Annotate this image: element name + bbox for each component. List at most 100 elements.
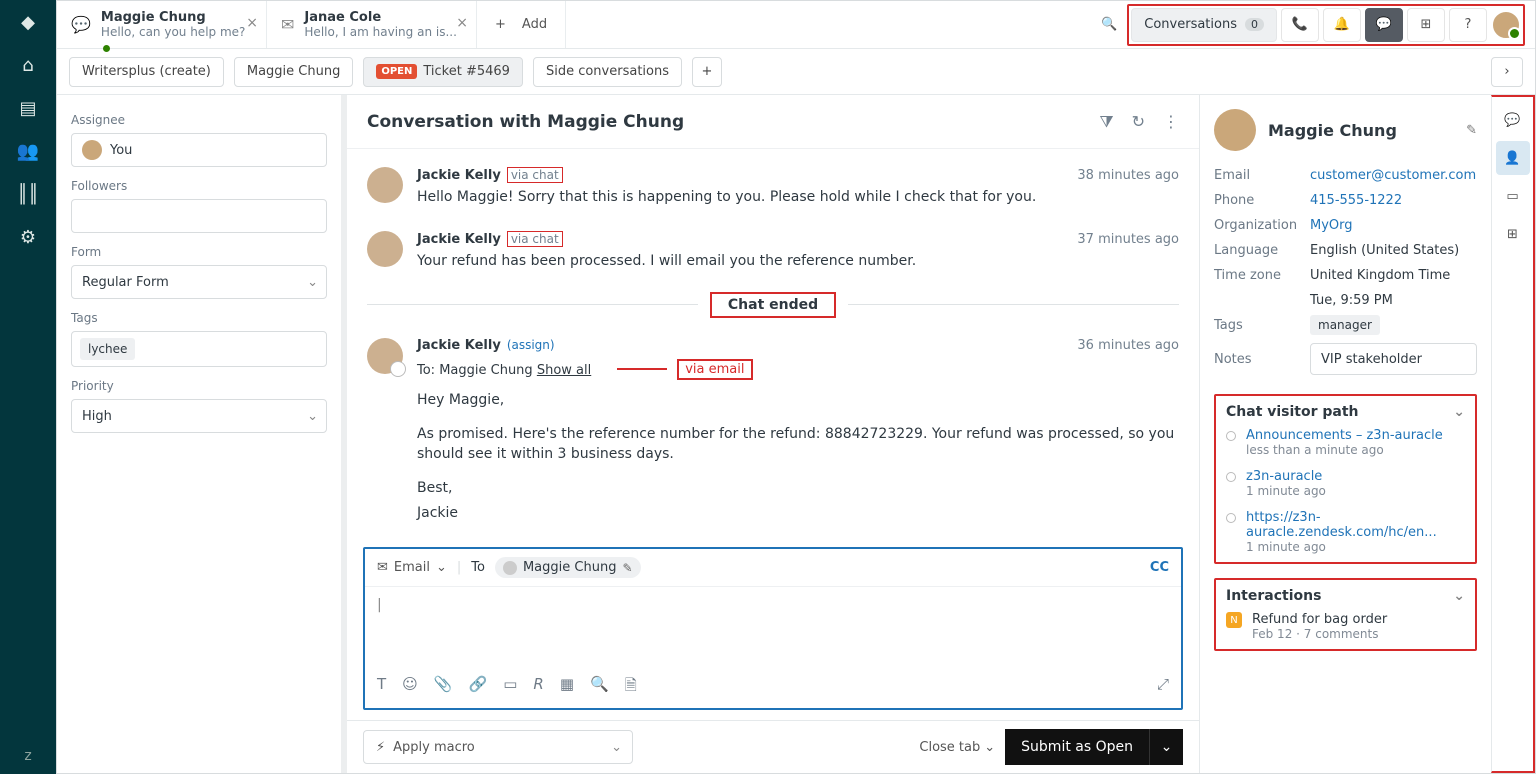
submit-button[interactable]: Submit as Open (1005, 729, 1149, 765)
notes-field[interactable]: VIP stakeholder (1310, 343, 1477, 375)
crumb-advance[interactable]: › (1491, 57, 1523, 87)
text-format-icon[interactable]: T (377, 675, 386, 700)
tab-janae[interactable]: ✉ Janae Cole Hello, I am having an is...… (267, 1, 477, 48)
path-link[interactable]: https://z3n-auracle.zendesk.com/hc/en... (1246, 510, 1465, 540)
conversation-title: Conversation with Maggie Chung (367, 112, 684, 132)
more-icon[interactable]: ⋮ (1163, 112, 1179, 132)
edit-customer-icon[interactable]: ✎ (1466, 123, 1477, 138)
close-icon[interactable]: × (246, 15, 258, 31)
channel-select[interactable]: ✉ Email ⌄ (377, 560, 447, 575)
events-icon[interactable]: ↻ (1132, 112, 1145, 132)
recipient-chip[interactable]: Maggie Chung✎ (495, 557, 641, 578)
close-icon[interactable]: × (456, 15, 468, 31)
ctx-conversation-icon[interactable]: 💬 (1496, 103, 1530, 137)
submit-dropdown[interactable]: ⌄ (1149, 729, 1183, 765)
email-value[interactable]: customer@customer.com (1310, 168, 1477, 183)
msg-author: Jackie Kelly (417, 232, 501, 247)
followers-field[interactable] (71, 199, 327, 233)
ctx-user-icon[interactable]: 👤 (1496, 141, 1530, 175)
attachment-icon[interactable]: 📎 (434, 675, 453, 700)
add-tab[interactable]: + Add (477, 1, 566, 48)
tz-value: United Kingdom Time (1310, 268, 1477, 283)
customer-name: Maggie Chung (1268, 121, 1397, 140)
admin-gear-icon[interactable]: ⚙ (20, 227, 36, 248)
collapse-icon[interactable]: ⌄ (1453, 404, 1465, 420)
msg-time: 37 minutes ago (1077, 232, 1179, 247)
table-icon[interactable]: ▦ (560, 675, 574, 700)
customers-icon[interactable]: 👥 (17, 141, 39, 162)
apply-macro[interactable]: ⚡ Apply macro (363, 730, 633, 764)
conversations-button[interactable]: Conversations 0 (1131, 8, 1277, 42)
org-value[interactable]: MyOrg (1310, 218, 1477, 233)
assignee-field[interactable]: You (71, 133, 327, 167)
msg-time: 36 minutes ago (1077, 338, 1179, 353)
open-badge: OPEN (376, 64, 417, 79)
show-all-link[interactable]: Show all (537, 363, 591, 378)
ticket-label: Ticket #5469 (423, 64, 510, 79)
priority-select[interactable]: High (71, 399, 327, 433)
path-item: https://z3n-auracle.zendesk.com/hc/en...… (1226, 510, 1465, 554)
views-icon[interactable]: ▤ (19, 98, 36, 119)
ctx-apps-icon[interactable]: ⊞ (1496, 217, 1530, 251)
assign-link[interactable]: (assign) (507, 338, 555, 352)
ctx-knowledge-icon[interactable]: ▭ (1496, 179, 1530, 213)
crumb-org[interactable]: Writersplus (create) (69, 57, 224, 87)
phone-value[interactable]: 415-555-1222 (1310, 193, 1477, 208)
zendesk-brand-icon: z (24, 748, 31, 764)
message-thread: Jackie Kelly via chat 38 minutes ago Hel… (347, 149, 1199, 539)
to-label: To (471, 560, 485, 575)
cc-button[interactable]: CC (1150, 560, 1169, 575)
macro-label: Apply macro (393, 740, 475, 755)
path-link[interactable]: z3n-auracle (1246, 469, 1326, 484)
z-logo-icon[interactable]: ◆ (21, 12, 35, 33)
context-rail: 💬 👤 ▭ ⊞ (1491, 95, 1535, 773)
filter-icon[interactable]: ⧩ (1099, 112, 1113, 132)
path-link[interactable]: Announcements – z3n-auracle (1246, 428, 1443, 443)
notifications-icon[interactable]: 🔔 (1323, 8, 1361, 42)
msg-author: Jackie Kelly (417, 338, 501, 353)
top-tabs: 💬 Maggie Chung Hello, can you help me? ×… (57, 1, 1535, 49)
quote-icon[interactable]: R (533, 675, 543, 700)
tag-chip[interactable]: lychee (80, 338, 135, 360)
messaging-icon[interactable]: 💬 (1365, 8, 1403, 42)
msg-text: Hello Maggie! Sorry that this is happeni… (417, 187, 1179, 207)
form-select[interactable]: Regular Form (71, 265, 327, 299)
crumb-requester[interactable]: Maggie Chung (234, 57, 353, 87)
insert-icon[interactable]: 🗎 (625, 675, 637, 700)
assignee-value: You (110, 143, 132, 158)
msg-time: 38 minutes ago (1077, 168, 1179, 183)
link-icon[interactable]: 🔗 (469, 675, 488, 700)
tags-field[interactable]: lychee (71, 331, 327, 367)
conversations-label: Conversations (1144, 17, 1237, 32)
search-icon[interactable]: 🔍 (1101, 17, 1117, 32)
form-label: Form (71, 245, 327, 259)
ctx-tag[interactable]: manager (1310, 315, 1380, 335)
expand-icon[interactable]: ⤢ (1157, 675, 1169, 700)
chat-ended-label: Chat ended (710, 292, 836, 318)
interaction-item[interactable]: N Refund for bag orderFeb 12 · 7 comment… (1226, 612, 1465, 641)
form-value: Regular Form (82, 275, 169, 290)
add-side-conversation[interactable]: + (692, 57, 722, 87)
tab-maggie[interactable]: 💬 Maggie Chung Hello, can you help me? × (57, 1, 267, 48)
code-icon[interactable]: ▭ (503, 675, 517, 700)
channel-label: Email (394, 560, 430, 575)
tab-title: Janae Cole (304, 10, 457, 26)
search-kb-icon[interactable]: 🔍 (590, 675, 609, 700)
message-textarea[interactable]: | (365, 587, 1181, 667)
tab-subtitle: Hello, can you help me? (101, 25, 245, 39)
section-title: Chat visitor path (1226, 404, 1359, 420)
crumb-side-conversations[interactable]: Side conversations (533, 57, 682, 87)
msg-line: Best, (417, 478, 1179, 498)
home-icon[interactable]: ⌂ (22, 55, 33, 76)
crumb-ticket[interactable]: OPEN Ticket #5469 (363, 57, 523, 87)
call-icon[interactable]: 📞 (1281, 8, 1319, 42)
edit-recipient-icon[interactable]: ✎ (622, 561, 632, 575)
reporting-icon[interactable]: ║║ (17, 184, 39, 205)
emoji-icon[interactable]: ☺ (402, 675, 418, 700)
profile-avatar[interactable] (1491, 10, 1521, 40)
collapse-icon[interactable]: ⌄ (1453, 588, 1465, 604)
help-icon[interactable]: ? (1449, 8, 1487, 42)
path-item: z3n-auracle1 minute ago (1226, 469, 1465, 498)
apps-grid-icon[interactable]: ⊞ (1407, 8, 1445, 42)
close-tab-button[interactable]: Close tab ⌄ (919, 740, 995, 755)
